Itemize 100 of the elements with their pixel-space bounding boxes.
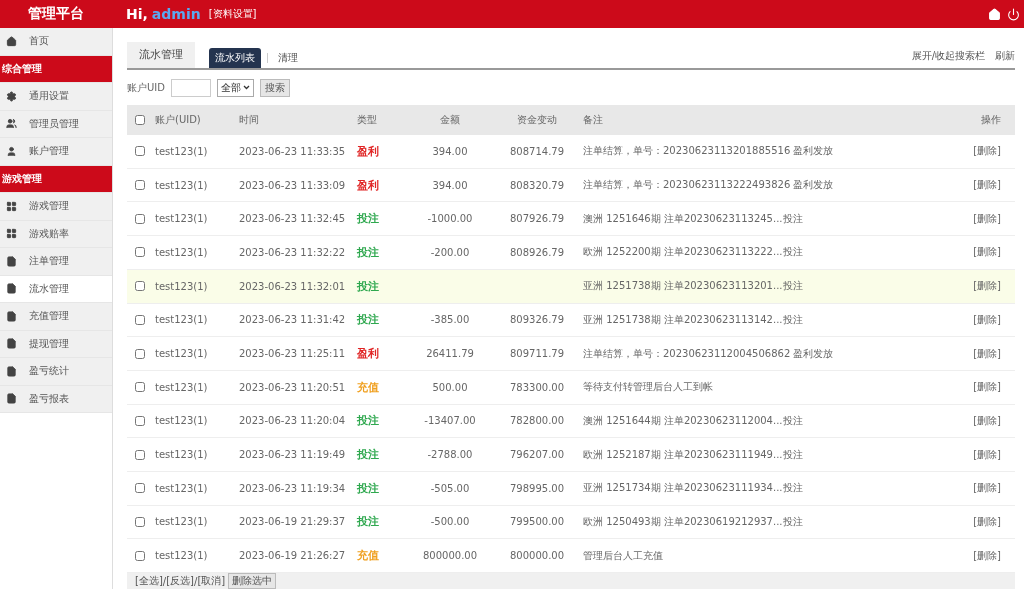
table-cell-text: 2023-06-23 11:32:22 [239, 246, 347, 258]
menu-icon [6, 90, 17, 102]
delete-link[interactable]: [删除] [955, 447, 1015, 462]
row-checkbox[interactable] [135, 382, 145, 393]
sidebar-item[interactable]: 提现管理 [0, 330, 112, 358]
table-cell-text: 26411.79 [425, 348, 475, 360]
row-checkbox[interactable] [135, 213, 145, 224]
sidebar-item[interactable]: 游戏赔率 [0, 220, 112, 248]
row-checkbox[interactable] [135, 516, 145, 527]
footer-link[interactable]: [取消] [197, 574, 226, 588]
menu-icon [6, 145, 17, 157]
menu-icon [6, 35, 17, 47]
menu-icon [6, 338, 17, 350]
table-cell-text: 2023-06-23 11:19:34 [239, 482, 347, 494]
delete-link[interactable]: [删除] [955, 245, 1015, 260]
delete-selected-button[interactable]: 删除选中 [228, 573, 277, 589]
table-cell-text: 2023-06-23 11:25:11 [239, 348, 347, 360]
table-cell-text: 2023-06-23 11:33:35 [239, 145, 347, 157]
type-label: 充值 [357, 379, 379, 395]
row-checkbox[interactable] [135, 415, 145, 426]
row-checkbox[interactable] [135, 449, 145, 460]
sidebar-item[interactable]: 首页 [0, 28, 112, 56]
home-icon[interactable] [988, 7, 1001, 21]
sidebar-item[interactable]: 充值管理 [0, 303, 112, 331]
column-header: 账户(UID) [155, 113, 202, 128]
table-cell-text: test123(1) [155, 516, 209, 528]
table-cell-text: 亚洲 1251738期 注单20230623113201...投注 [583, 279, 804, 294]
table-cell-text: 管理后台人工充值 [583, 548, 664, 563]
table-cell-text: 亚洲 1251738期 注单20230623113142...投注 [583, 312, 804, 327]
table-cell-text: 2023-06-23 11:33:09 [239, 179, 347, 191]
row-checkbox[interactable] [135, 550, 145, 561]
profile-link[interactable]: [资料设置] [208, 7, 257, 21]
row-checkbox[interactable] [135, 281, 145, 292]
table-cell-text: 等待支付转管理后台人工到帐 [583, 380, 714, 395]
row-checkbox[interactable] [135, 180, 145, 191]
power-icon[interactable] [1007, 7, 1020, 21]
table-cell-text: 亚洲 1251734期 注单20230623111934...投注 [583, 481, 804, 496]
delete-link[interactable]: [删除] [955, 380, 1015, 395]
sidebar-item[interactable]: 管理员管理 [0, 110, 112, 138]
delete-link[interactable]: [删除] [955, 144, 1015, 159]
table-cell-text: -500.00 [429, 516, 471, 528]
column-header: 操作 [980, 113, 1002, 128]
table-cell-text: 800000.00 [421, 550, 479, 562]
column-header: 金额 [439, 113, 461, 128]
sidebar-item[interactable]: 游戏管理 [0, 193, 112, 221]
delete-link[interactable]: [删除] [955, 413, 1015, 428]
delete-link[interactable]: [删除] [955, 514, 1015, 529]
table-cell-text: 2023-06-23 11:19:49 [239, 449, 347, 461]
sidebar-section-header[interactable]: 游戏管理 [0, 165, 112, 193]
type-label: 投注 [357, 244, 379, 260]
table-cell-text: test123(1) [155, 246, 209, 258]
delete-link[interactable]: [删除] [955, 211, 1015, 226]
table-cell-text: 澳洲 1251646期 注单20230623113245...投注 [583, 211, 804, 226]
delete-link[interactable]: [删除] [955, 481, 1015, 496]
table-cell-text: -1000.00 [426, 213, 474, 225]
sidebar-item[interactable]: 盈亏报表 [0, 385, 112, 413]
separator-slash: / [194, 575, 198, 587]
table-cell-text: test123(1) [155, 381, 209, 393]
type-select[interactable]: 全部 [216, 78, 254, 97]
table-cell-text: 2023-06-19 21:29:37 [239, 516, 347, 528]
delete-link[interactable]: [删除] [955, 346, 1015, 361]
table-cell-text: 欧洲 1250493期 注单20230619212937...投注 [583, 514, 804, 529]
toolbar-link[interactable]: 刷新 [995, 49, 1015, 63]
delete-link[interactable]: [删除] [955, 312, 1015, 327]
type-label: 盈利 [357, 346, 379, 362]
search-button[interactable]: 搜索 [259, 78, 290, 97]
row-checkbox[interactable] [135, 483, 145, 494]
toolbar-link[interactable]: 展开/收起搜索栏 [911, 49, 985, 63]
row-checkbox[interactable] [135, 146, 145, 157]
delete-link[interactable]: [删除] [955, 548, 1015, 563]
sidebar-item[interactable]: 注单管理 [0, 248, 112, 276]
type-label: 投注 [357, 447, 379, 463]
delete-link[interactable]: [删除] [955, 178, 1015, 193]
table-cell-text: 799500.00 [508, 516, 566, 528]
table-cell-text: 394.00 [431, 179, 469, 191]
sidebar-item[interactable]: 盈亏统计 [0, 358, 112, 386]
tab[interactable]: 流水列表 [209, 48, 261, 68]
table-cell-text: test123(1) [155, 213, 209, 225]
row-checkbox[interactable] [135, 314, 145, 325]
table-cell-text: test123(1) [155, 179, 209, 191]
table-cell-text: 2023-06-23 11:31:42 [239, 314, 347, 326]
column-header: 时间 [239, 113, 260, 128]
row-checkbox[interactable] [135, 247, 145, 258]
user-name: admin [151, 6, 201, 22]
table-cell-text: test123(1) [155, 280, 209, 292]
menu-icon [6, 310, 17, 322]
sidebar-item[interactable]: 通用设置 [0, 83, 112, 111]
footer-link[interactable]: [全选] [135, 574, 163, 588]
separator-slash: / [162, 575, 167, 587]
table-cell-text: 809711.79 [508, 348, 566, 360]
select-all-checkbox[interactable] [135, 115, 145, 126]
row-checkbox[interactable] [135, 348, 145, 359]
sidebar-section-header[interactable]: 综合管理 [0, 55, 112, 83]
tab[interactable]: 清理 [272, 48, 304, 68]
footer-link[interactable]: [反选] [166, 574, 194, 588]
table-cell-text: 注单结算，单号：20230623112004506862 盈利发放 [583, 346, 835, 361]
delete-link[interactable]: [删除] [955, 279, 1015, 294]
uid-input-field[interactable] [170, 78, 211, 97]
table-cell-text: 2023-06-23 11:20:51 [239, 381, 347, 393]
sidebar-item[interactable]: 账户管理 [0, 138, 112, 166]
